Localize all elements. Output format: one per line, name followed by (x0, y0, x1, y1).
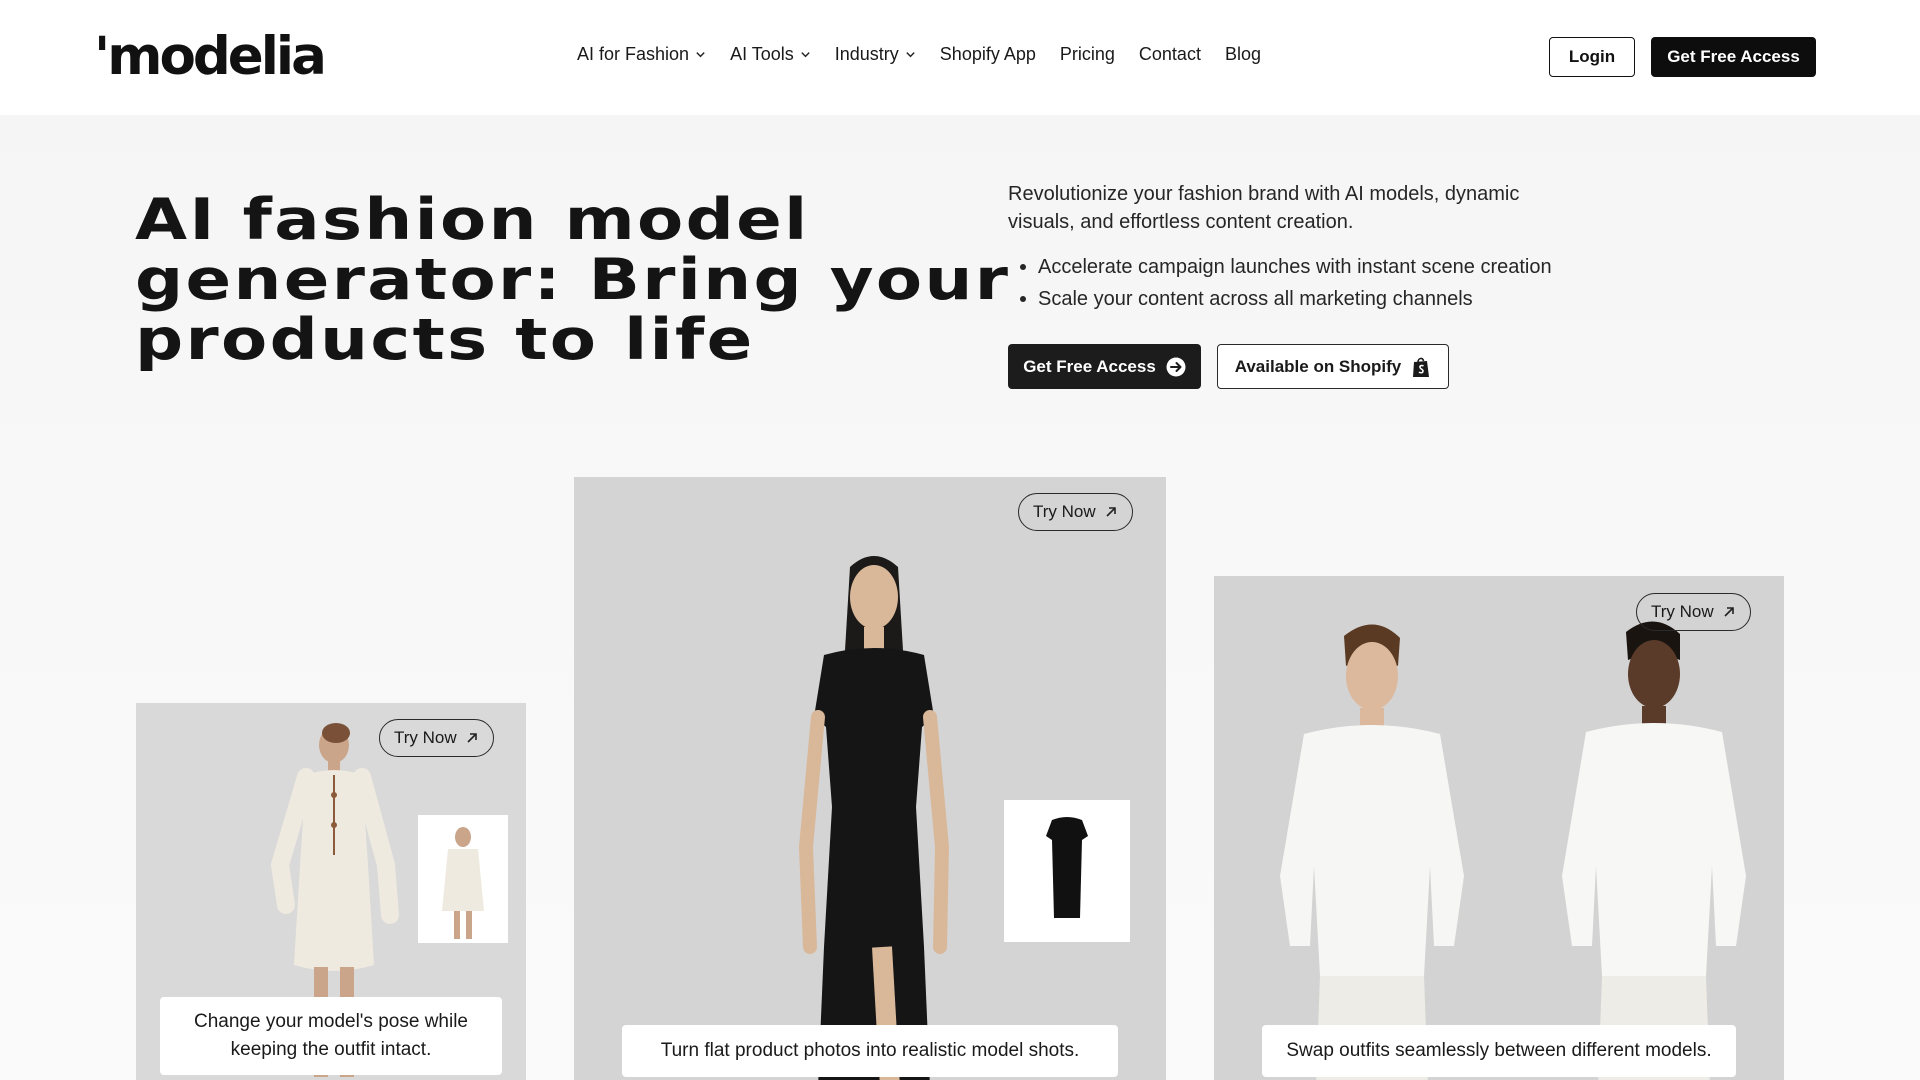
button-label: Try Now (394, 728, 457, 747)
feature-card-outfit-swap[interactable]: Try Now Swap outfits seamlessly between … (1214, 576, 1784, 1080)
model-photo (798, 556, 950, 1080)
feature-caption: Swap outfits seamlessly between differen… (1262, 1025, 1736, 1077)
nav-item-label: AI Tools (730, 44, 794, 64)
button-label: Get Free Access (1023, 356, 1156, 376)
header-get-free-access-button[interactable]: Get Free Access (1651, 37, 1816, 77)
arrow-up-right-icon (1724, 607, 1734, 617)
main-nav: AI for Fashion AI Tools Industry Shopify… (577, 44, 1261, 65)
hero-headline: AI fashion model generator: Bring your p… (135, 187, 1011, 373)
try-now-button[interactable]: Try Now (1018, 493, 1133, 531)
shopify-bag-icon (1413, 357, 1430, 377)
nav-item-label: Pricing (1059, 44, 1115, 64)
feature-card-pose[interactable]: Try Now Change your model's pose while k… (136, 703, 526, 1080)
site-header: 'modelia AI for Fashion AI Tools Industr… (0, 0, 1920, 115)
arrow-right-circle-icon (1166, 357, 1186, 376)
available-on-shopify-button[interactable]: Available on Shopify (1217, 344, 1449, 389)
feature-card-flat-to-model[interactable]: Try Now Turn flat product photos into re… (574, 477, 1166, 1080)
login-button[interactable]: Login (1549, 37, 1635, 77)
chevron-down-icon (696, 52, 705, 58)
chevron-down-icon (906, 52, 915, 58)
hero-description: Revolutionize your fashion brand with AI… (1008, 183, 1520, 233)
nav-item-label: Contact (1138, 44, 1201, 64)
nav-item-ai-for-fashion[interactable]: AI for Fashion (577, 44, 706, 65)
hero-get-free-access-button[interactable]: Get Free Access (1008, 344, 1201, 389)
nav-item-label: Blog (1224, 44, 1261, 64)
nav-item-blog[interactable]: Blog (1225, 44, 1261, 65)
nav-item-label: AI for Fashion (577, 44, 690, 64)
nav-item-contact[interactable]: Contact (1139, 44, 1201, 65)
try-now-button[interactable]: Try Now (379, 719, 494, 757)
try-now-button[interactable]: Try Now (1636, 593, 1751, 631)
hero-bullet: Accelerate campaign launches with instan… (1020, 251, 1552, 283)
feature-caption: Change your model's pose while keeping t… (160, 997, 502, 1075)
feature-caption: Turn flat product photos into realistic … (622, 1025, 1118, 1077)
arrow-up-right-icon (1106, 507, 1116, 517)
nav-item-industry[interactable]: Industry (835, 44, 916, 65)
model-photo (1280, 624, 1464, 1080)
brand-logo[interactable]: 'modelia (94, 26, 327, 87)
button-label: Try Now (1033, 502, 1096, 521)
product-thumbnail (418, 815, 508, 943)
button-label: Available on Shopify (1234, 356, 1402, 376)
model-photo (1562, 621, 1746, 1080)
button-label: Try Now (1651, 602, 1714, 621)
chevron-down-icon (801, 52, 810, 58)
product-thumbnail (1004, 800, 1130, 942)
nav-item-label: Shopify App (939, 44, 1036, 64)
arrow-up-right-icon (467, 733, 477, 743)
nav-item-pricing[interactable]: Pricing (1060, 44, 1115, 65)
hero-bullet-list: Accelerate campaign launches with instan… (1020, 251, 1552, 315)
nav-item-shopify-app[interactable]: Shopify App (940, 44, 1036, 65)
hero-bullet: Scale your content across all marketing … (1020, 283, 1552, 315)
nav-item-label: Industry (834, 44, 899, 64)
nav-item-ai-tools[interactable]: AI Tools (730, 44, 811, 65)
